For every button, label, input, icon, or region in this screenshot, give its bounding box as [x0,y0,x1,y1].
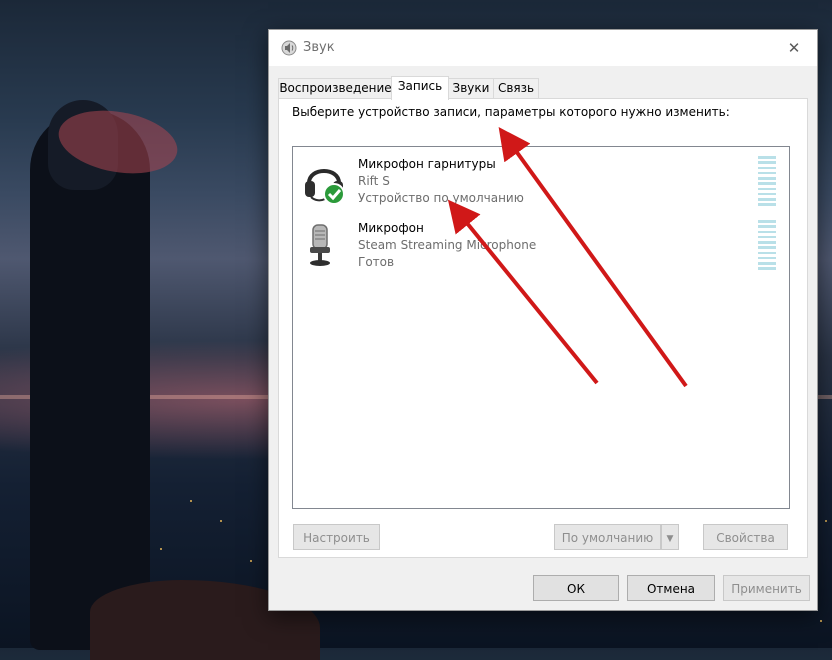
tab-recording[interactable]: Запись [391,76,449,100]
arrow-to-default-device [447,199,599,385]
arrow-to-instruction [498,127,688,388]
